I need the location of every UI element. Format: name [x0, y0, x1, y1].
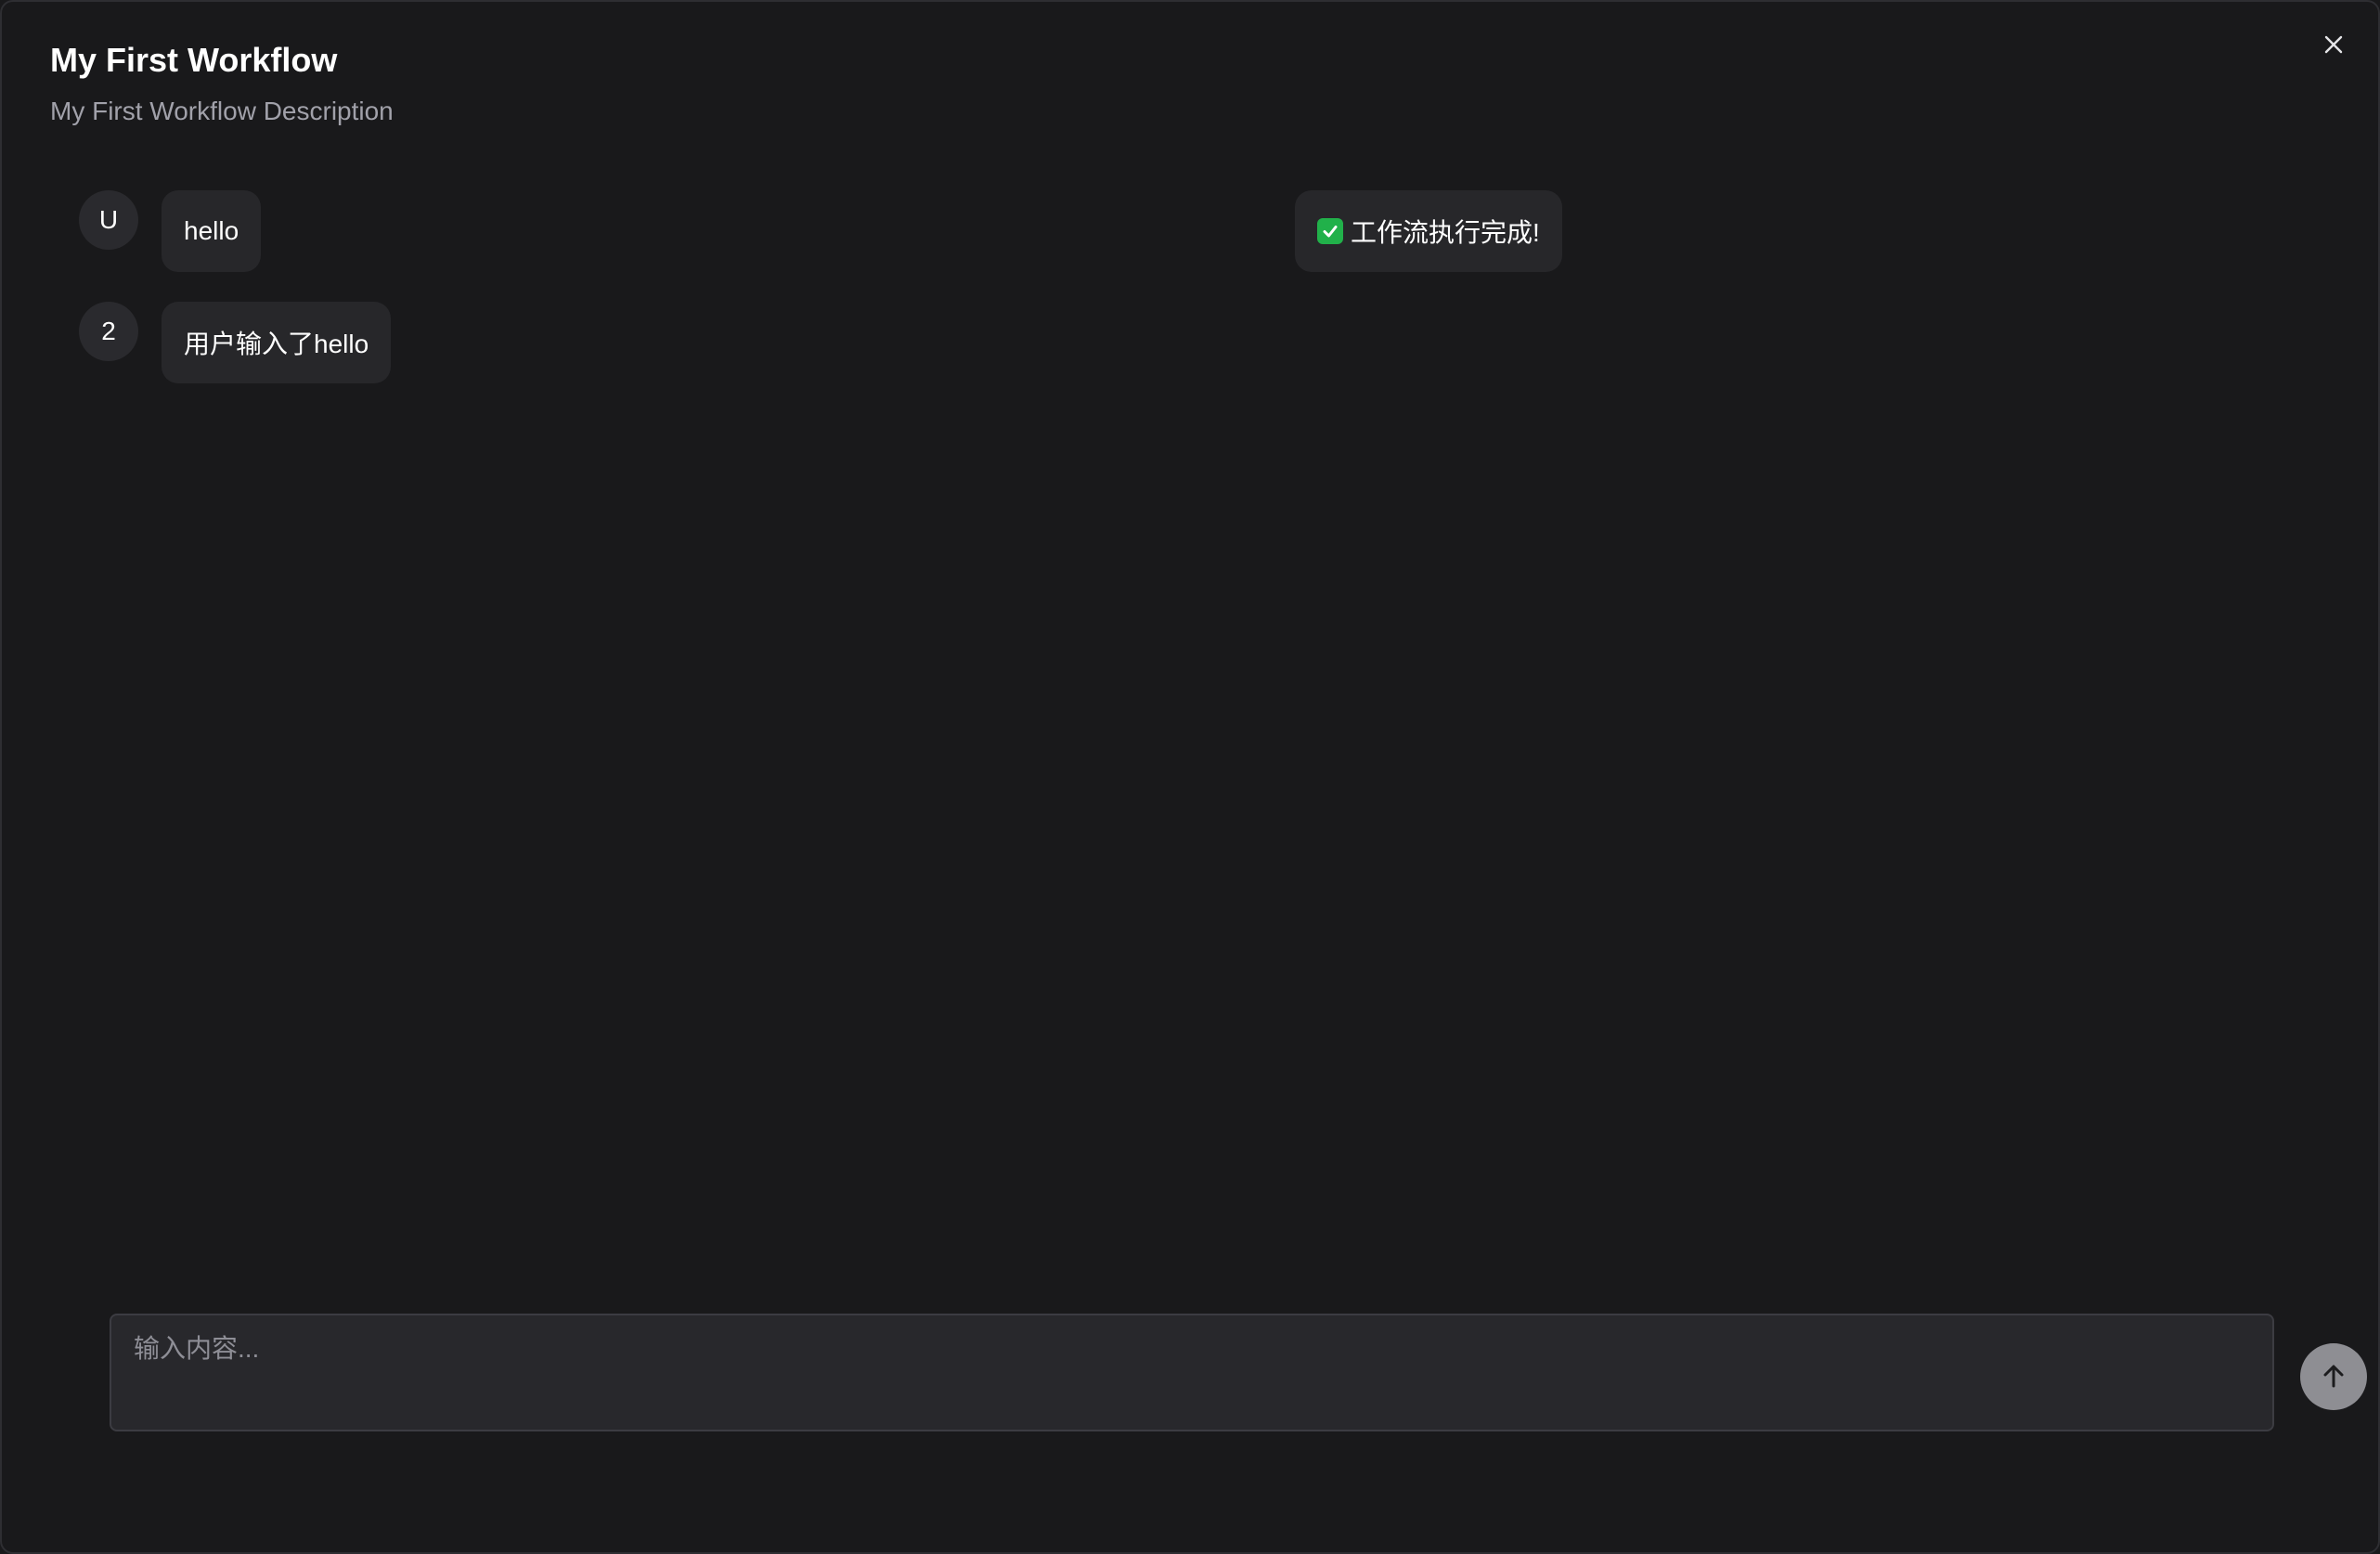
workflow-status-bubble: 工作流执行完成! [1295, 190, 1562, 272]
workflow-chat-modal: My First Workflow My First Workflow Desc… [0, 0, 2380, 1554]
node-message-bubble: 用户输入了hello [162, 302, 392, 383]
check-mark-icon [1317, 218, 1343, 244]
message-input[interactable] [134, 1328, 2176, 1412]
arrow-up-icon [2323, 1365, 2344, 1388]
message-text: hello [184, 216, 239, 245]
workflow-title: My First Workflow [50, 41, 338, 79]
send-button[interactable] [2300, 1343, 2367, 1410]
node-avatar: 2 [79, 302, 138, 361]
close-icon [2324, 35, 2343, 54]
message-composer [110, 1314, 2367, 1431]
close-button[interactable] [2317, 28, 2350, 61]
message-text: 用户输入了hello [184, 330, 369, 358]
status-text: 工作流执行完成! [1351, 218, 1540, 247]
user-avatar: U [79, 190, 138, 250]
workflow-description: My First Workflow Description [50, 97, 394, 125]
user-message-bubble: hello [162, 190, 262, 272]
